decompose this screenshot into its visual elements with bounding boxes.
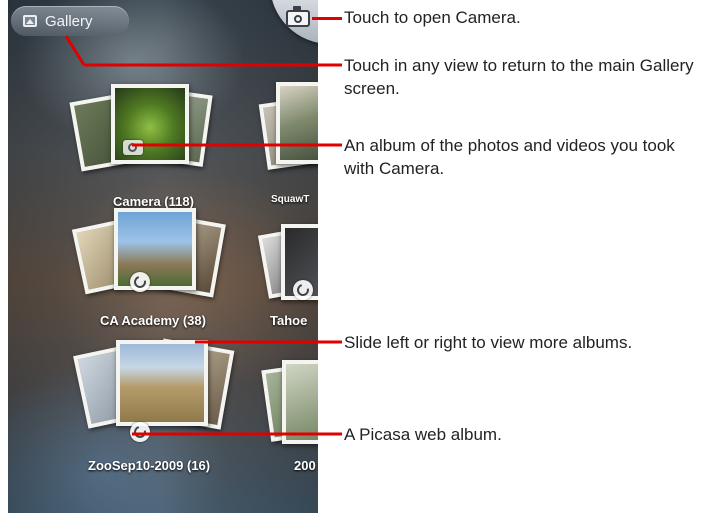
album-photo (116, 340, 208, 426)
gallery-button-label: Gallery (45, 12, 93, 30)
gallery-screen: Gallery Camera (118) SquawT CA Academy (… (8, 0, 318, 513)
album-zoosep[interactable] (73, 336, 235, 451)
album-label-zoosep: ZooSep10-2009 (16) (88, 458, 211, 473)
gallery-icon (23, 15, 37, 27)
album-photo (276, 82, 318, 164)
picasa-icon (130, 422, 150, 442)
picasa-icon (130, 272, 150, 292)
callout-picasa: A Picasa web album. (344, 425, 502, 444)
callout-line-camera (312, 17, 342, 20)
gallery-button[interactable]: Gallery (11, 6, 129, 36)
callout-camera: Touch to open Camera. (344, 8, 521, 27)
album-squaw[interactable] (258, 80, 318, 190)
album-label-tahoe: Tahoe (270, 313, 308, 328)
camera-album-icon (123, 140, 143, 155)
album-photo (114, 208, 196, 290)
album-label-squaw: SquawT (271, 194, 310, 205)
picasa-icon (293, 280, 313, 300)
callout-slide: Slide left or right to view more albums. (344, 333, 633, 352)
album-camera[interactable] (69, 84, 213, 194)
album-ca-academy[interactable] (71, 208, 226, 313)
album-tahoe[interactable] (257, 220, 318, 310)
callout-camera-album: An album of the photos and videos you to… (344, 136, 675, 178)
album-photo (282, 360, 318, 444)
album-label-camera: Camera (118) (113, 194, 194, 209)
album-label-200: 200 (294, 458, 316, 473)
album-200[interactable] (261, 358, 318, 453)
camera-icon (286, 6, 310, 27)
callout-gallery: Touch in any view to return to the main … (344, 56, 694, 98)
album-label-ca-academy: CA Academy (38) (100, 313, 206, 328)
